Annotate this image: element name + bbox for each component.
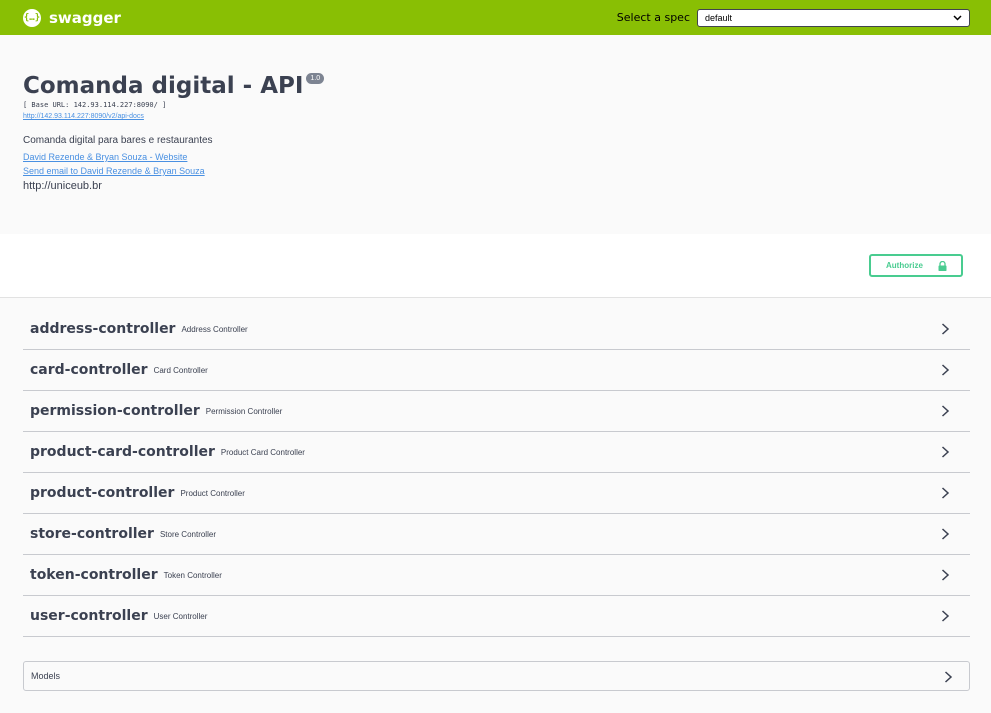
- chevron-right-icon: [941, 364, 950, 376]
- models-section[interactable]: Models: [23, 661, 970, 691]
- chevron-right-icon: [941, 446, 950, 458]
- logo-text: swagger: [49, 8, 121, 27]
- base-url: [ Base URL: 142.93.114.227:8090/ ]: [23, 101, 167, 109]
- tag-name: store-controller: [30, 526, 154, 542]
- tag-card-controller[interactable]: card-controller Card Controller: [23, 350, 970, 391]
- spec-select-value: default: [705, 12, 733, 23]
- tag-description: Token Controller: [163, 570, 222, 580]
- tag-product-controller[interactable]: product-controller Product Controller: [23, 473, 970, 514]
- spec-selector: Select a spec default: [616, 8, 970, 27]
- chevron-right-icon: [941, 610, 950, 622]
- tag-list: address-controller Address Controller ca…: [0, 309, 991, 637]
- tag-user-controller[interactable]: user-controller User Controller: [23, 596, 970, 637]
- tag-product-card-controller[interactable]: product-card-controller Product Card Con…: [23, 432, 970, 473]
- swagger-icon: {…}: [23, 8, 41, 27]
- authorize-button[interactable]: Authorize: [869, 254, 963, 277]
- tag-description: Store Controller: [159, 529, 216, 539]
- tag-description: Permission Controller: [205, 406, 283, 416]
- spec-label: Select a spec: [616, 11, 690, 24]
- tag-name: product-controller: [30, 485, 175, 501]
- title-row: Comanda digital - API 1.0: [23, 72, 968, 100]
- chevron-right-icon: [944, 671, 953, 683]
- models-label: Models: [31, 671, 61, 681]
- tag-name: permission-controller: [30, 403, 200, 419]
- tag-address-controller[interactable]: address-controller Address Controller: [23, 309, 970, 350]
- auth-section: Authorize: [0, 234, 991, 298]
- lock-icon: [938, 260, 947, 271]
- tag-name: token-controller: [30, 567, 158, 583]
- page-title: Comanda digital - API: [23, 73, 304, 99]
- chevron-right-icon: [941, 528, 950, 540]
- tag-description: Product Card Controller: [220, 447, 305, 457]
- chevron-right-icon: [941, 323, 950, 335]
- authorize-label: Authorize: [886, 261, 923, 270]
- tag-store-controller[interactable]: store-controller Store Controller: [23, 514, 970, 555]
- tag-description: User Controller: [153, 611, 208, 621]
- chevron-down-icon: [953, 14, 962, 21]
- tag-name: address-controller: [30, 321, 176, 337]
- tag-description: Card Controller: [153, 365, 208, 375]
- api-docs-link[interactable]: http://142.93.114.227:8090/v2/api-docs: [23, 113, 968, 120]
- swagger-logo[interactable]: {…} swagger: [23, 8, 121, 27]
- info-section: Comanda digital - API 1.0 [ Base URL: 14…: [0, 35, 991, 234]
- tag-description: Product Controller: [180, 488, 245, 498]
- spec-select[interactable]: default: [697, 8, 970, 27]
- terms-url: http://uniceub.br: [23, 180, 102, 192]
- tag-permission-controller[interactable]: permission-controller Permission Control…: [23, 391, 970, 432]
- chevron-right-icon: [941, 487, 950, 499]
- version-badge: 1.0: [306, 73, 325, 84]
- api-description: Comanda digital para bares e restaurante…: [23, 135, 213, 146]
- tag-description: Address Controller: [181, 324, 248, 334]
- tag-name: card-controller: [30, 362, 148, 378]
- tag-name: product-card-controller: [30, 444, 215, 460]
- topbar: {…} swagger Select a spec default: [0, 0, 991, 35]
- chevron-right-icon: [941, 569, 950, 581]
- contact-email-link[interactable]: Send email to David Rezende & Bryan Souz…: [23, 166, 968, 176]
- chevron-right-icon: [941, 405, 950, 417]
- tag-token-controller[interactable]: token-controller Token Controller: [23, 555, 970, 596]
- tag-name: user-controller: [30, 608, 148, 624]
- contact-website-link[interactable]: David Rezende & Bryan Souza - Website: [23, 152, 968, 162]
